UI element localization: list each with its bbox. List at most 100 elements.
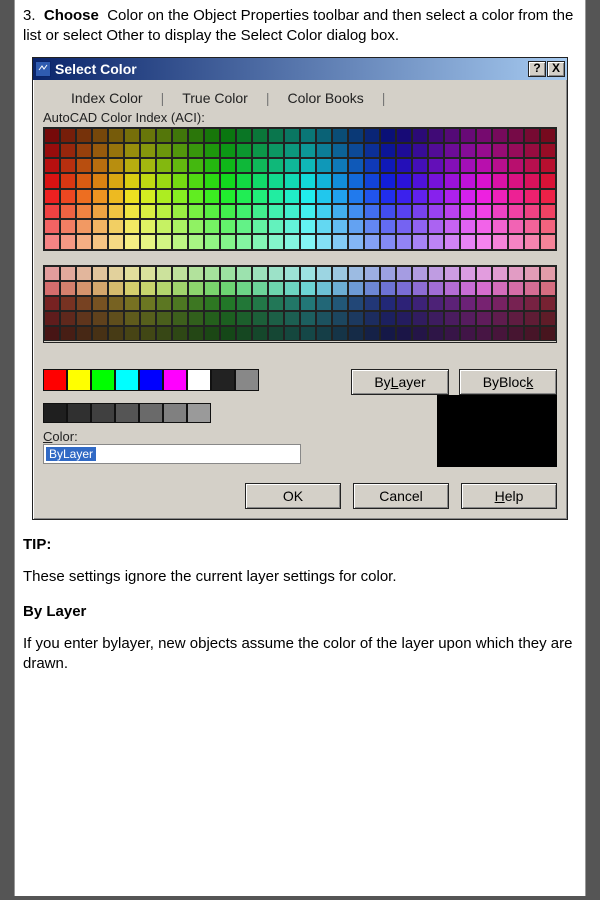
aci-swatch[interactable]: [140, 173, 156, 188]
aci-swatch[interactable]: [460, 219, 476, 234]
aci-tint-swatch[interactable]: [204, 326, 220, 341]
aci-swatch[interactable]: [540, 128, 556, 143]
aci-swatch[interactable]: [364, 219, 380, 234]
aci-swatch[interactable]: [444, 204, 460, 219]
aci-swatch[interactable]: [524, 143, 540, 158]
aci-swatch[interactable]: [220, 128, 236, 143]
aci-tint-swatch[interactable]: [524, 281, 540, 296]
aci-tint-swatch[interactable]: [252, 296, 268, 311]
aci-swatch[interactable]: [348, 219, 364, 234]
aci-swatch[interactable]: [300, 173, 316, 188]
aci-swatch[interactable]: [236, 143, 252, 158]
aci-tint-swatch[interactable]: [380, 296, 396, 311]
aci-swatch[interactable]: [172, 128, 188, 143]
aci-tint-swatch[interactable]: [412, 266, 428, 281]
aci-swatch[interactable]: [364, 158, 380, 173]
aci-tint-swatch[interactable]: [332, 266, 348, 281]
aci-tint-swatch[interactable]: [188, 326, 204, 341]
aci-tint-swatch[interactable]: [332, 326, 348, 341]
aci-tint-swatch[interactable]: [412, 281, 428, 296]
titlebar[interactable]: Select Color ? X: [33, 58, 567, 80]
aci-swatch[interactable]: [380, 189, 396, 204]
aci-swatch[interactable]: [396, 128, 412, 143]
aci-tint-swatch[interactable]: [428, 281, 444, 296]
aci-tint-swatch[interactable]: [268, 326, 284, 341]
aci-tint-swatch[interactable]: [300, 296, 316, 311]
aci-swatch[interactable]: [92, 219, 108, 234]
aci-tint-swatch[interactable]: [284, 311, 300, 326]
aci-tint-swatch[interactable]: [188, 311, 204, 326]
aci-swatch[interactable]: [268, 204, 284, 219]
aci-swatch[interactable]: [428, 234, 444, 249]
aci-swatch[interactable]: [348, 189, 364, 204]
aci-tint-swatch[interactable]: [380, 266, 396, 281]
aci-swatch[interactable]: [108, 143, 124, 158]
aci-swatch[interactable]: [396, 158, 412, 173]
aci-swatch[interactable]: [44, 158, 60, 173]
aci-swatch[interactable]: [236, 158, 252, 173]
aci-tint-swatch[interactable]: [460, 326, 476, 341]
aci-tint-swatch[interactable]: [76, 296, 92, 311]
aci-swatch[interactable]: [124, 219, 140, 234]
aci-swatch[interactable]: [44, 173, 60, 188]
aci-tint-swatch[interactable]: [156, 266, 172, 281]
aci-swatch[interactable]: [476, 204, 492, 219]
aci-swatch[interactable]: [380, 219, 396, 234]
standard-swatch[interactable]: [187, 369, 211, 391]
aci-tint-swatch[interactable]: [396, 296, 412, 311]
aci-swatch[interactable]: [316, 234, 332, 249]
aci-swatch[interactable]: [444, 189, 460, 204]
aci-tint-swatch[interactable]: [348, 311, 364, 326]
aci-swatch[interactable]: [492, 234, 508, 249]
gray-colors-row[interactable]: [43, 403, 437, 423]
aci-swatch[interactable]: [428, 204, 444, 219]
aci-swatch[interactable]: [364, 189, 380, 204]
aci-swatch[interactable]: [316, 204, 332, 219]
aci-palette[interactable]: [43, 127, 557, 251]
aci-swatch[interactable]: [444, 219, 460, 234]
aci-tint-swatch[interactable]: [476, 311, 492, 326]
aci-swatch[interactable]: [396, 173, 412, 188]
aci-tint-swatch[interactable]: [508, 326, 524, 341]
aci-swatch[interactable]: [44, 204, 60, 219]
standard-swatch[interactable]: [211, 369, 235, 391]
standard-swatch[interactable]: [235, 369, 259, 391]
aci-tint-swatch[interactable]: [188, 266, 204, 281]
aci-tint-swatch[interactable]: [220, 311, 236, 326]
aci-swatch[interactable]: [508, 234, 524, 249]
aci-tint-swatch[interactable]: [492, 266, 508, 281]
aci-swatch[interactable]: [348, 234, 364, 249]
aci-swatch[interactable]: [316, 143, 332, 158]
aci-tint-swatch[interactable]: [92, 296, 108, 311]
aci-tint-swatch[interactable]: [60, 266, 76, 281]
aci-tint-swatch[interactable]: [348, 281, 364, 296]
aci-tint-swatch[interactable]: [92, 311, 108, 326]
aci-swatch[interactable]: [76, 128, 92, 143]
aci-swatch[interactable]: [492, 143, 508, 158]
aci-tint-swatch[interactable]: [236, 266, 252, 281]
aci-tint-swatch[interactable]: [124, 266, 140, 281]
aci-swatch[interactable]: [300, 204, 316, 219]
aci-swatch[interactable]: [268, 158, 284, 173]
aci-swatch[interactable]: [284, 143, 300, 158]
aci-tint-swatch[interactable]: [524, 311, 540, 326]
aci-tint-swatch[interactable]: [140, 296, 156, 311]
aci-tint-swatch[interactable]: [60, 281, 76, 296]
aci-swatch[interactable]: [444, 128, 460, 143]
aci-tint-swatch[interactable]: [44, 326, 60, 341]
aci-swatch[interactable]: [76, 234, 92, 249]
gray-swatch[interactable]: [139, 403, 163, 423]
aci-swatch[interactable]: [524, 128, 540, 143]
aci-tint-swatch[interactable]: [300, 266, 316, 281]
aci-swatch[interactable]: [60, 189, 76, 204]
aci-tint-swatch[interactable]: [44, 281, 60, 296]
aci-swatch[interactable]: [380, 173, 396, 188]
gray-swatch[interactable]: [43, 403, 67, 423]
aci-swatch[interactable]: [220, 173, 236, 188]
aci-swatch[interactable]: [300, 158, 316, 173]
aci-swatch[interactable]: [540, 219, 556, 234]
aci-swatch[interactable]: [524, 204, 540, 219]
aci-tint-swatch[interactable]: [316, 311, 332, 326]
aci-tint-swatch[interactable]: [172, 266, 188, 281]
aci-swatch[interactable]: [220, 158, 236, 173]
